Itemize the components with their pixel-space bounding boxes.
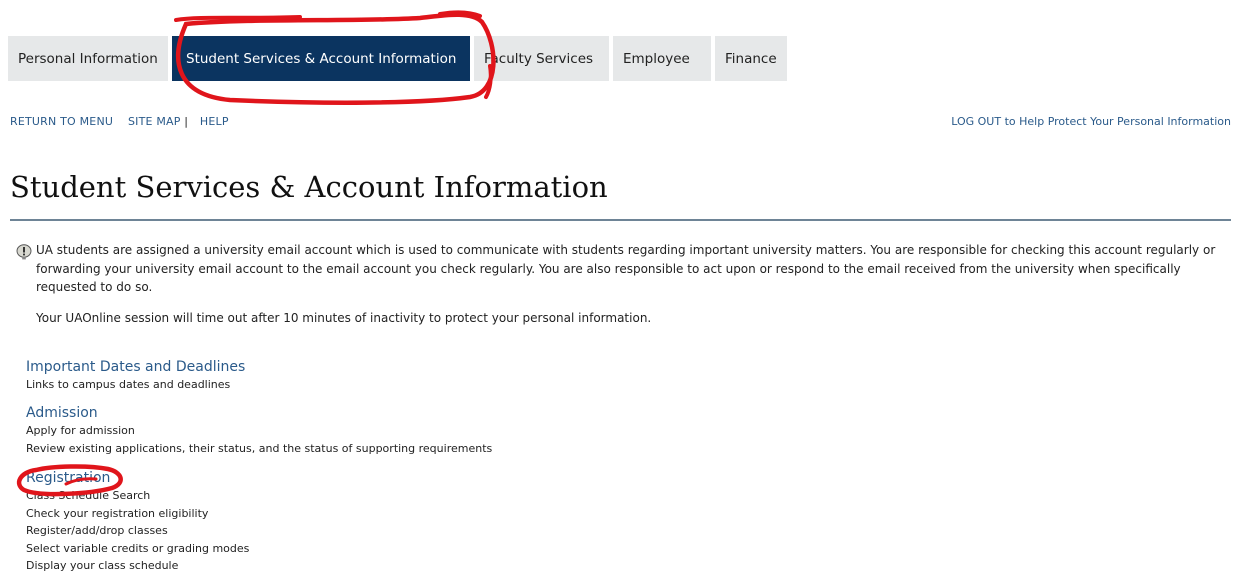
- return-to-menu-link[interactable]: RETURN TO MENU: [10, 115, 113, 128]
- tab-personal-information[interactable]: Personal Information: [8, 36, 168, 81]
- menu-description: Class Schedule Search: [26, 489, 151, 502]
- tab-student-services[interactable]: Student Services & Account Information: [172, 36, 470, 81]
- email-info-text: UA students are assigned a university em…: [36, 243, 1216, 294]
- menu-description: Register/add/drop classes: [26, 524, 168, 537]
- menu-section-registration: Registration Class Schedule Search Check…: [26, 469, 249, 575]
- page-title: Student Services & Account Information: [10, 170, 608, 204]
- help-link[interactable]: HELP: [200, 115, 229, 128]
- tab-finance[interactable]: Finance: [715, 36, 787, 81]
- utility-links: RETURN TO MENU SITE MAP | HELP: [10, 115, 229, 128]
- important-dates-link[interactable]: Important Dates and Deadlines: [26, 358, 245, 376]
- menu-description: Apply for admission: [26, 424, 135, 437]
- session-timeout-notice: Your UAOnline session will time out afte…: [36, 311, 652, 325]
- tab-employee[interactable]: Employee: [613, 36, 711, 81]
- admission-link[interactable]: Admission: [26, 404, 492, 422]
- main-tab-bar: Personal Information Student Services & …: [8, 36, 787, 81]
- info-icon: [16, 244, 32, 260]
- menu-description: Review existing applications, their stat…: [26, 441, 493, 455]
- tab-faculty-services[interactable]: Faculty Services: [474, 36, 609, 81]
- registration-link[interactable]: Registration: [26, 469, 249, 487]
- logout-link[interactable]: LOG OUT to Help Protect Your Personal In…: [951, 115, 1231, 128]
- title-divider: [10, 219, 1231, 221]
- menu-description: Links to campus dates and deadlines: [26, 378, 231, 391]
- menu-section-dates: Important Dates and Deadlines Links to c…: [26, 358, 245, 394]
- site-map-link[interactable]: SITE MAP: [128, 115, 181, 128]
- menu-description: Check your registration eligibility: [26, 506, 209, 520]
- menu-description: Display your class schedule: [26, 559, 179, 572]
- menu-description: Select variable credits or grading modes: [26, 541, 250, 555]
- menu-section-admission: Admission Apply for admission Review exi…: [26, 404, 492, 457]
- link-separator: |: [184, 115, 189, 128]
